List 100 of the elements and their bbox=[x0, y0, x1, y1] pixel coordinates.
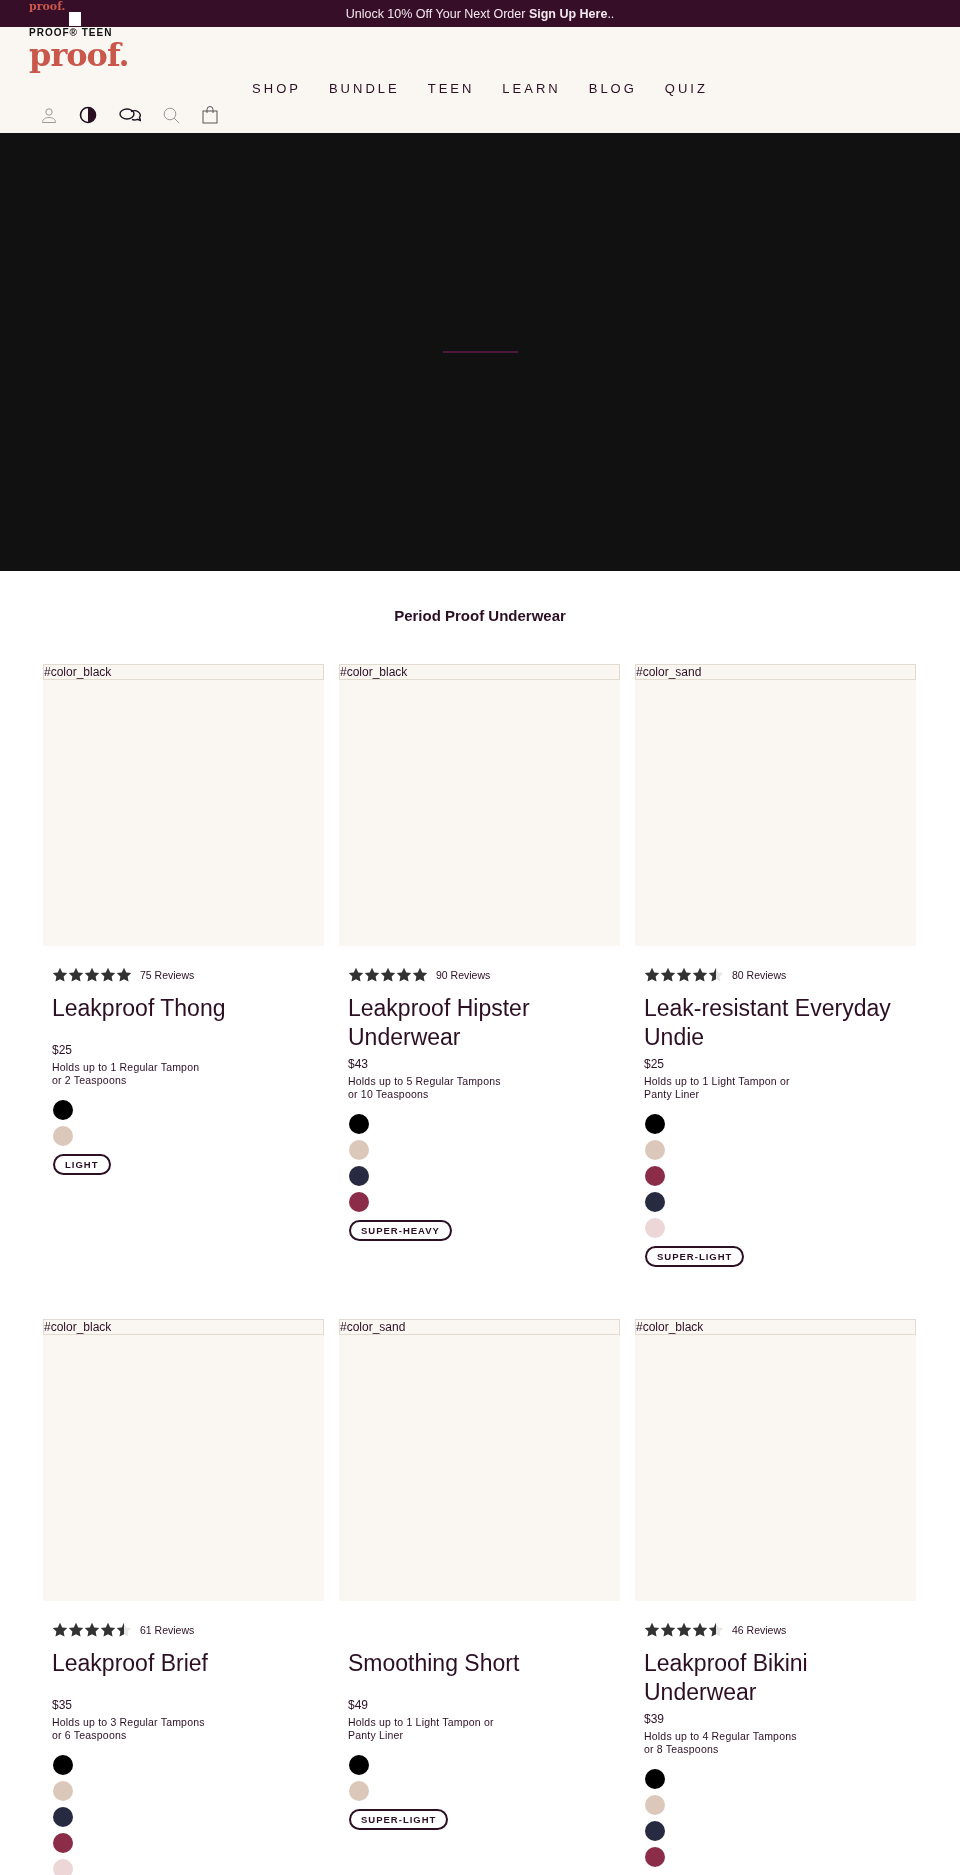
color-swatch[interactable] bbox=[349, 1140, 369, 1160]
chat-icon[interactable] bbox=[119, 107, 141, 123]
star-icon bbox=[644, 1622, 660, 1638]
star-icon bbox=[52, 1622, 68, 1638]
star-icon bbox=[116, 967, 132, 983]
logo-wordmark[interactable]: proof. bbox=[29, 0, 66, 13]
star-icon bbox=[660, 967, 676, 983]
section-title: Period Proof Underwear bbox=[393, 607, 567, 624]
review-count[interactable]: 46 Reviews bbox=[732, 1624, 787, 1636]
star-icon bbox=[412, 967, 428, 983]
product-price: $35 bbox=[52, 1697, 73, 1713]
product-title[interactable]: Leakproof Brief bbox=[52, 1649, 208, 1693]
star-icon bbox=[708, 967, 724, 983]
product-price: $25 bbox=[52, 1042, 73, 1058]
star-icon bbox=[68, 1622, 84, 1638]
product-price: $49 bbox=[348, 1697, 369, 1713]
color-swatch[interactable] bbox=[53, 1755, 73, 1775]
search-icon[interactable] bbox=[163, 106, 180, 124]
absorbency-badge: SUPER-LIGHT bbox=[349, 1809, 449, 1830]
absorbency-description: Holds up to 5 Regular Tampons or 10 Teaspoons bbox=[348, 1075, 501, 1100]
star-icon bbox=[380, 967, 396, 983]
star-icon bbox=[52, 967, 68, 983]
absorbency-badge: LIGHT bbox=[53, 1154, 111, 1175]
color-swatch[interactable] bbox=[349, 1192, 369, 1212]
color-swatch[interactable] bbox=[53, 1833, 73, 1853]
image-alt-text: #color_sand bbox=[339, 1319, 620, 1335]
color-swatch[interactable] bbox=[645, 1821, 665, 1841]
image-alt-text: #color_black bbox=[43, 664, 324, 680]
absorbency-description: Holds up to 1 Light Tampon or Panty Liner bbox=[348, 1716, 494, 1741]
product-title[interactable]: Leakproof Hipster Underwear bbox=[348, 994, 608, 1052]
image-alt-text: #color_black bbox=[43, 1319, 324, 1335]
color-swatch[interactable] bbox=[349, 1781, 369, 1801]
color-swatch[interactable] bbox=[349, 1755, 369, 1775]
product-image-placeholder[interactable]: #color_black bbox=[43, 664, 324, 946]
review-count[interactable]: 80 Reviews bbox=[732, 969, 787, 981]
color-swatch[interactable] bbox=[53, 1859, 73, 1875]
absorbency-description: Holds up to 3 Regular Tampons or 6 Teaspoons bbox=[52, 1716, 205, 1741]
nav-link[interactable]: SHOP bbox=[252, 81, 301, 96]
color-swatch[interactable] bbox=[645, 1847, 665, 1867]
product-image-placeholder[interactable]: #color_sand bbox=[339, 1319, 620, 1601]
review-count[interactable]: 61 Reviews bbox=[140, 1624, 195, 1636]
nav-link[interactable]: BLOG bbox=[588, 81, 637, 96]
star-icon bbox=[660, 1622, 676, 1638]
color-swatch[interactable] bbox=[53, 1126, 73, 1146]
star-icon bbox=[676, 967, 692, 983]
color-swatch[interactable] bbox=[53, 1807, 73, 1827]
star-icon bbox=[100, 967, 116, 983]
account-icon[interactable] bbox=[41, 107, 57, 123]
star-icon bbox=[348, 967, 364, 983]
color-swatch[interactable] bbox=[53, 1100, 73, 1120]
color-swatch[interactable] bbox=[645, 1769, 665, 1789]
nav-link[interactable]: QUIZ bbox=[664, 81, 708, 96]
product-price: $25 bbox=[644, 1056, 665, 1072]
logo-text[interactable]: PROOF® TEEN bbox=[29, 27, 113, 39]
review-count[interactable]: 75 Reviews bbox=[140, 969, 195, 981]
review-count[interactable]: 90 Reviews bbox=[436, 969, 491, 981]
absorbency-description: Holds up to 1 Regular Tampon or 2 Teaspoons bbox=[52, 1061, 200, 1086]
star-icon bbox=[676, 1622, 692, 1638]
color-swatch[interactable] bbox=[645, 1218, 665, 1238]
announcement-text[interactable]: Unlock 10% Off Your Next Order Sign Up Here.. bbox=[345, 6, 615, 21]
color-swatch[interactable] bbox=[53, 1781, 73, 1801]
nav-link[interactable]: TEEN bbox=[427, 81, 475, 96]
color-swatch[interactable] bbox=[645, 1795, 665, 1815]
star-icon bbox=[68, 967, 84, 983]
nav-link[interactable]: BUNDLE bbox=[328, 81, 400, 96]
star-icon bbox=[84, 967, 100, 983]
star-icon bbox=[364, 967, 380, 983]
nav-link[interactable]: LEARN bbox=[502, 81, 561, 96]
star-icon bbox=[644, 967, 660, 983]
star-icon bbox=[708, 1622, 724, 1638]
product-title[interactable]: Leak-resistant Everyday Undie bbox=[644, 994, 904, 1052]
absorbency-badge: SUPER-LIGHT bbox=[645, 1246, 745, 1267]
product-image-placeholder[interactable]: #color_black bbox=[635, 1319, 916, 1601]
star-icon bbox=[692, 967, 708, 983]
color-swatch[interactable] bbox=[645, 1166, 665, 1186]
image-alt-text: #color_sand bbox=[635, 664, 916, 680]
color-swatch[interactable] bbox=[645, 1192, 665, 1212]
product-title[interactable]: Leakproof Bikini Underwear bbox=[644, 1649, 904, 1707]
color-swatch[interactable] bbox=[349, 1166, 369, 1186]
star-icon bbox=[84, 1622, 100, 1638]
product-image-placeholder[interactable]: #color_sand bbox=[635, 664, 916, 946]
shopping-bag-icon[interactable] bbox=[202, 106, 218, 124]
product-title[interactable]: Leakproof Thong bbox=[52, 994, 226, 1038]
color-swatch[interactable] bbox=[645, 1140, 665, 1160]
product-price: $43 bbox=[348, 1056, 369, 1072]
absorbency-description: Holds up to 1 Light Tampon or Panty Liner bbox=[644, 1075, 790, 1100]
contrast-icon[interactable] bbox=[79, 106, 97, 124]
image-alt-text: #color_black bbox=[339, 664, 620, 680]
color-swatch[interactable] bbox=[645, 1114, 665, 1134]
star-icon bbox=[116, 1622, 132, 1638]
product-price: $39 bbox=[644, 1711, 665, 1727]
star-icon bbox=[692, 1622, 708, 1638]
product-image-placeholder[interactable]: #color_black bbox=[339, 664, 620, 946]
star-icon bbox=[100, 1622, 116, 1638]
product-title[interactable]: Smoothing Short bbox=[348, 1649, 520, 1693]
color-swatch[interactable] bbox=[349, 1114, 369, 1134]
absorbency-description: Holds up to 4 Regular Tampons or 8 Teaspoons bbox=[644, 1730, 797, 1755]
logo-square bbox=[69, 12, 81, 26]
product-image-placeholder[interactable]: #color_black bbox=[43, 1319, 324, 1601]
image-alt-text: #color_black bbox=[635, 1319, 916, 1335]
